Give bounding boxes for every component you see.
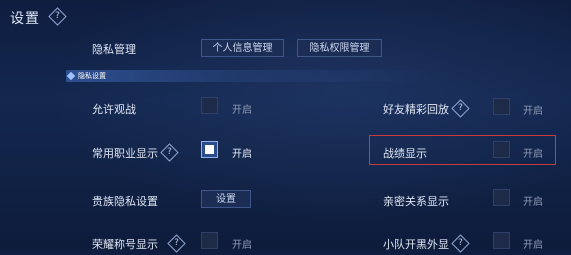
- page-title: 设置: [10, 11, 40, 27]
- intimate-relation-label: 亲密关系显示: [383, 195, 449, 208]
- common-role-label: 常用职业显示: [92, 147, 158, 160]
- intimate-relation-checkbox[interactable]: [493, 189, 510, 206]
- privacy-settings-section-header: 隐私设置: [66, 70, 566, 82]
- section-marker-icon: [66, 71, 76, 81]
- noble-privacy-label: 贵族隐私设置: [92, 195, 158, 208]
- allow-spectate-checkbox[interactable]: [201, 97, 218, 114]
- friend-replay-label: 好友精彩回放: [383, 103, 449, 116]
- honor-title-checkbox[interactable]: [201, 232, 218, 249]
- noble-privacy-settings-button[interactable]: 设置: [201, 190, 251, 208]
- privacy-management-label: 隐私管理: [92, 43, 136, 56]
- honor-title-on-label: 开启: [232, 240, 252, 251]
- intimate-relation-on-label: 开启: [523, 197, 543, 208]
- privacy-permission-management-button[interactable]: 隐私权限管理: [297, 39, 382, 57]
- common-role-on-label: 开启: [232, 149, 252, 160]
- common-role-checkbox[interactable]: [201, 141, 218, 158]
- combat-record-highlight: [369, 135, 556, 165]
- background-glow: [0, 0, 571, 250]
- friend-replay-on-label: 开启: [523, 106, 543, 117]
- team-skin-checkbox[interactable]: [493, 232, 510, 249]
- team-skin-on-label: 开启: [523, 240, 543, 251]
- allow-spectate-label: 允许观战: [92, 103, 136, 116]
- personal-info-management-button[interactable]: 个人信息管理: [201, 39, 284, 57]
- friend-replay-checkbox[interactable]: [493, 98, 510, 115]
- checked-indicator: [205, 145, 214, 154]
- allow-spectate-on-label: 开启: [232, 105, 252, 116]
- section-title: 隐私设置: [78, 72, 106, 80]
